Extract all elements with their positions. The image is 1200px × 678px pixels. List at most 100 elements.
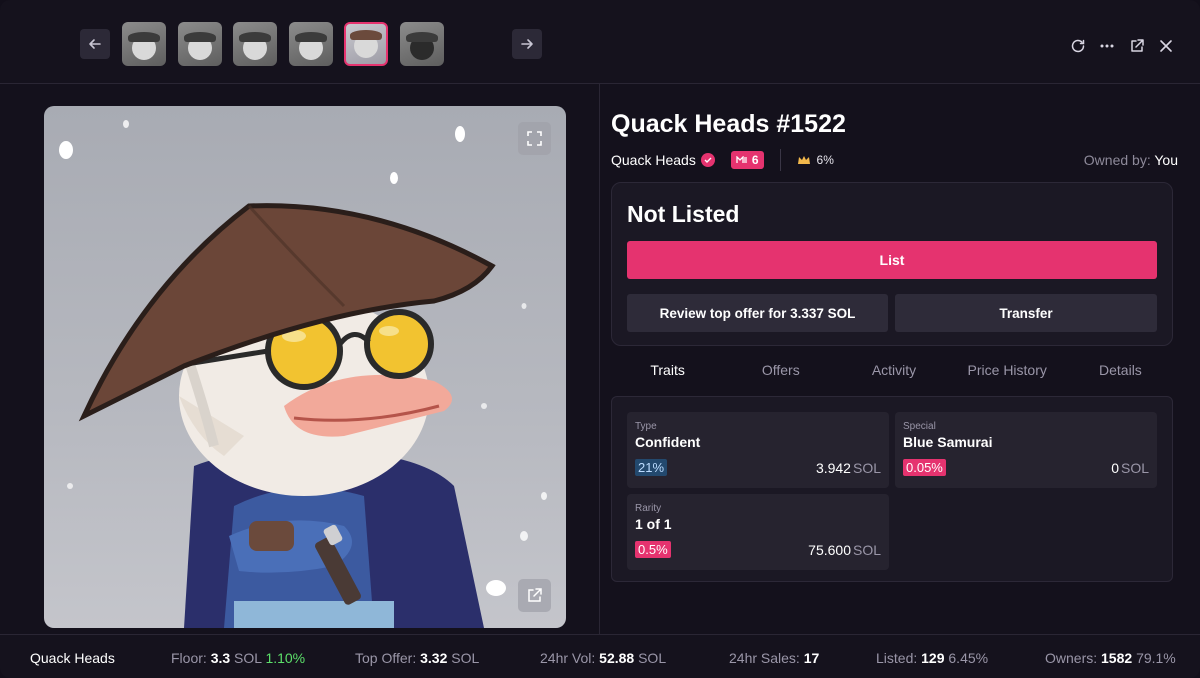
nft-detail-modal: Quack Heads #1522 Quack Heads 6 6% Owned… (0, 0, 1200, 678)
price-value: 75.600 (808, 542, 851, 558)
magic-eden-badge[interactable]: 6 (730, 151, 764, 169)
owned-by: Owned by: You (1084, 152, 1178, 168)
owned-by-label: Owned by: (1083, 152, 1151, 168)
thumbnail-3[interactable] (233, 22, 277, 66)
external-link-icon (1131, 39, 1144, 52)
stat-value: 17 (803, 650, 820, 666)
close-icon (1160, 40, 1172, 52)
price-unit: SOL (852, 460, 881, 476)
trait-special[interactable]: Special Blue Samurai 0.05% 0 SOL (895, 412, 1157, 488)
tab-traits[interactable]: Traits (611, 358, 724, 382)
stat-floor: Floor: 3.3 SOL 1.10% (171, 650, 305, 666)
duck-thumbnail-image (128, 32, 160, 60)
open-external-button[interactable] (1127, 36, 1147, 56)
prev-button[interactable] (80, 29, 110, 59)
fullscreen-button[interactable] (518, 122, 551, 155)
stat-value: 52.88 (599, 650, 635, 666)
stat-percent: 6.45% (948, 650, 989, 666)
price-unit: SOL (852, 542, 881, 558)
thumbnail-1[interactable] (122, 22, 166, 66)
thumbnail-6[interactable] (400, 22, 444, 66)
arrow-right-icon (521, 39, 533, 49)
stat-24hr-volume: 24hr Vol: 52.88 SOL (540, 650, 666, 666)
tab-offers[interactable]: Offers (724, 358, 837, 382)
stat-24hr-sales: 24hr Sales: 17 (729, 650, 819, 666)
rarity-badge: 6% (797, 153, 834, 167)
stat-label: Owners: (1045, 650, 1098, 666)
thumbnail-4[interactable] (289, 22, 333, 66)
tab-price-history[interactable]: Price History (951, 358, 1064, 382)
stat-value: 3.32 (420, 650, 448, 666)
duck-thumbnail-image (295, 32, 327, 60)
stat-unit: SOL (234, 650, 262, 666)
external-link-icon (528, 588, 542, 602)
trait-type[interactable]: Type Confident 21% 3.942 SOL (627, 412, 889, 488)
review-offer-button[interactable]: Review top offer for 3.337 SOL (627, 294, 888, 332)
trait-value: Blue Samurai (903, 434, 993, 450)
tab-activity[interactable]: Activity (837, 358, 950, 382)
nft-artwork (44, 106, 566, 628)
stat-change: 1.10% (265, 650, 306, 666)
trait-rarity-rank[interactable]: Rarity 1 of 1 0.5% 75.600 SOL (627, 494, 889, 570)
detail-panel: Quack Heads #1522 Quack Heads 6 6% Owned… (600, 84, 1200, 634)
stats-collection-name[interactable]: Quack Heads (30, 650, 115, 666)
top-bar (0, 0, 1200, 84)
thumbnail-5-active[interactable] (344, 22, 388, 66)
duck-thumbnail-image (406, 32, 438, 60)
stat-label: Top Offer: (355, 650, 417, 666)
trait-rarity: 0.05% (903, 459, 946, 476)
stat-owners: Owners: 1582 79.1% (1045, 650, 1176, 666)
thumbnail-2[interactable] (178, 22, 222, 66)
nft-title: Quack Heads #1522 (611, 110, 846, 138)
stat-label: Listed: (876, 650, 918, 666)
refresh-button[interactable] (1068, 36, 1088, 56)
trait-rarity: 21% (635, 459, 668, 476)
next-button[interactable] (512, 29, 542, 59)
trait-floor-price: 0 SOL (1111, 460, 1149, 476)
tab-bar: Traits Offers Activity Price History Det… (611, 358, 1177, 382)
trait-label: Type (635, 421, 657, 432)
stat-value: 129 (921, 650, 945, 666)
rarity-percent: 6% (816, 153, 834, 167)
duck-thumbnail-image (184, 32, 216, 60)
stats-bar: Quack Heads Floor: 3.3 SOL 1.10% Top Off… (0, 634, 1200, 678)
traits-card: Type Confident 21% 3.942 SOL Special Blue… (611, 396, 1173, 582)
expand-icon (527, 131, 542, 146)
trait-rarity: 0.5% (635, 541, 671, 558)
image-panel (0, 84, 600, 634)
stat-label: 24hr Sales: (729, 650, 800, 666)
close-button[interactable] (1156, 36, 1176, 56)
stat-unit: SOL (451, 650, 480, 666)
open-image-button[interactable] (518, 579, 551, 612)
collection-link[interactable]: Quack Heads (611, 152, 696, 168)
duck-samurai-illustration (59, 120, 547, 628)
trait-value: 1 of 1 (635, 516, 672, 532)
me-rank: 6 (751, 153, 759, 167)
listing-status: Not Listed (627, 201, 740, 227)
stat-top-offer: Top Offer: 3.32 SOL (355, 650, 479, 666)
transfer-button[interactable]: Transfer (895, 294, 1157, 332)
price-unit: SOL (1120, 460, 1149, 476)
duck-thumbnail-image (350, 30, 382, 58)
tab-details[interactable]: Details (1064, 358, 1177, 382)
divider (779, 149, 781, 171)
price-value: 3.942 (815, 460, 851, 476)
crown-icon (797, 156, 810, 164)
duck-thumbnail-image (239, 32, 271, 60)
list-button[interactable]: List (627, 241, 1157, 279)
trait-label: Rarity (635, 503, 662, 514)
owned-by-value: You (1154, 152, 1178, 168)
stat-unit: SOL (638, 650, 667, 666)
arrow-left-icon (89, 39, 101, 49)
stat-value: 1582 (1101, 650, 1133, 666)
stat-listed: Listed: 129 6.45% (876, 650, 988, 666)
more-button[interactable] (1097, 36, 1117, 56)
collection-row: Quack Heads 6 6% Owned by: You (611, 148, 1178, 172)
stat-label: Floor: (171, 650, 207, 666)
more-icon (1100, 44, 1114, 48)
trait-floor-price: 3.942 SOL (816, 460, 881, 476)
price-value: 0 (1111, 460, 1119, 476)
listing-card: Not Listed List Review top offer for 3.3… (611, 182, 1173, 346)
stat-label: 24hr Vol: (540, 650, 596, 666)
trait-label: Special (903, 421, 936, 432)
